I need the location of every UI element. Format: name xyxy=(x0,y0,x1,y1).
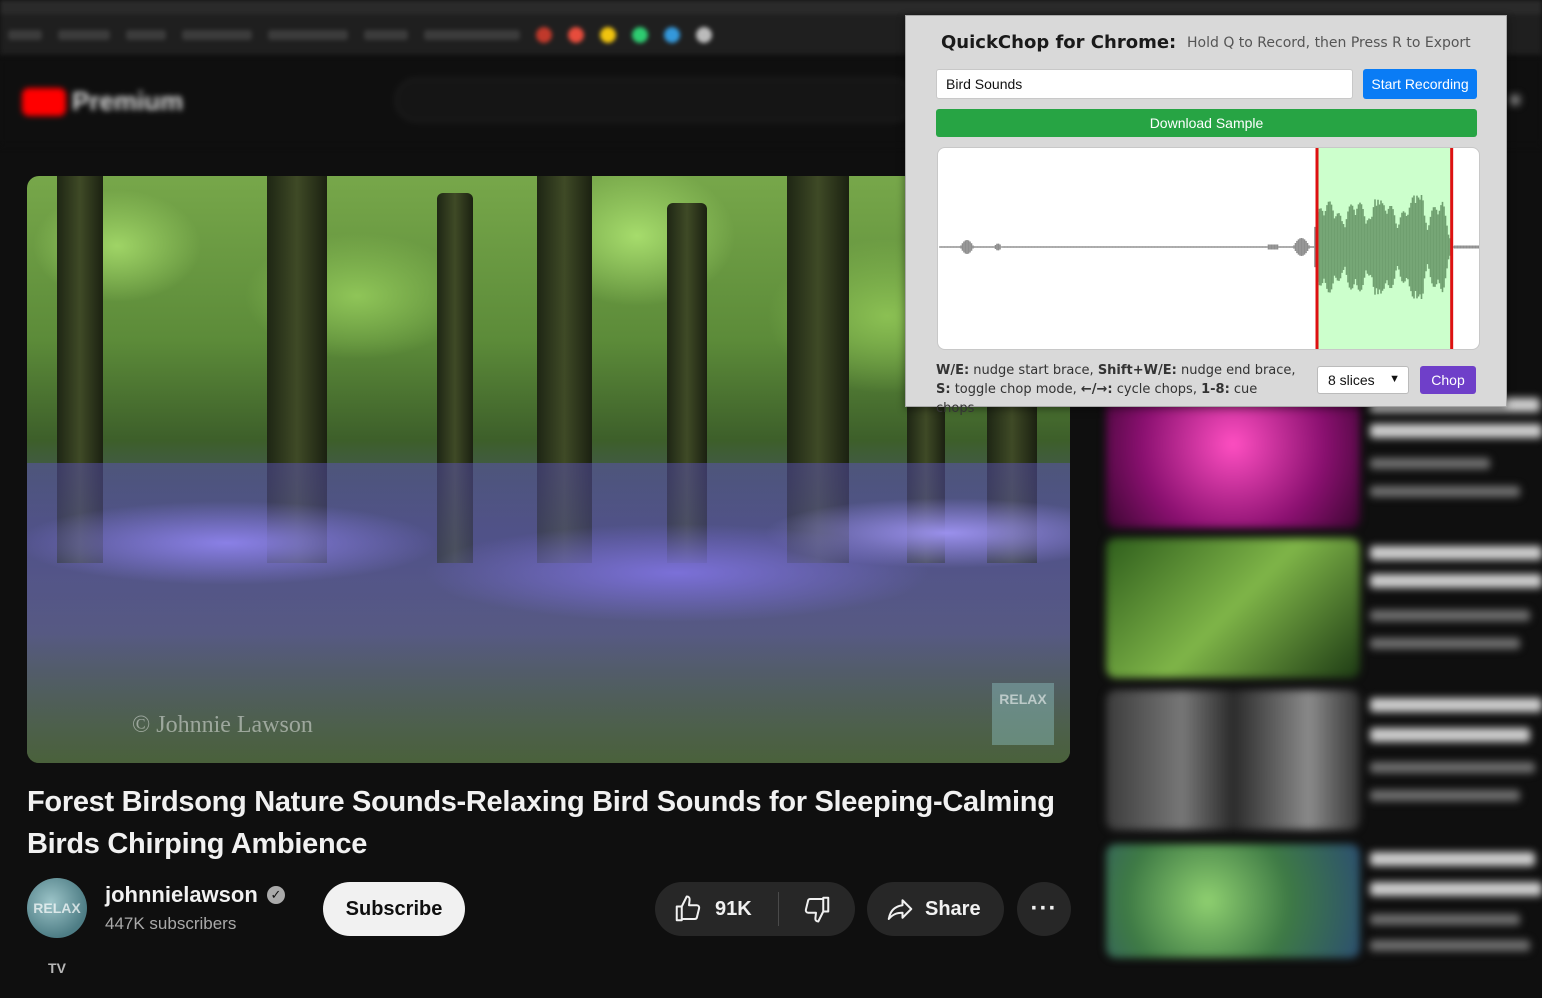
download-sample-button[interactable]: Download Sample xyxy=(936,109,1477,137)
slices-value: 8 slices xyxy=(1328,372,1375,388)
like-count: 91K xyxy=(715,897,752,920)
help-key-numbers: 1-8: xyxy=(1201,382,1230,397)
recommendation-title-line[interactable] xyxy=(1370,698,1542,712)
end-brace-handle[interactable] xyxy=(1450,148,1454,350)
dislike-button[interactable] xyxy=(779,882,855,936)
bookmark-item[interactable] xyxy=(8,30,42,40)
like-dislike-group: 91K xyxy=(655,882,855,936)
video-title: Forest Birdsong Nature Sounds-Relaxing B… xyxy=(27,786,1055,860)
bookmark-item[interactable] xyxy=(126,30,166,40)
video-watermark: © Johnnie Lawson xyxy=(132,712,313,738)
help-key-shift-we: Shift+W/E: xyxy=(1097,363,1177,378)
help-text: nudge start brace, xyxy=(969,363,1098,378)
channel-avatar[interactable]: RELAX TV xyxy=(27,878,87,976)
recommendation-title-line[interactable] xyxy=(1370,574,1542,588)
recommendation-meta-line xyxy=(1370,762,1535,773)
start-recording-button[interactable]: Start Recording xyxy=(1363,69,1477,99)
bookmark-icon[interactable] xyxy=(536,27,552,43)
youtube-logo[interactable]: Premium xyxy=(22,86,183,117)
recommendation-title-line[interactable] xyxy=(1370,424,1542,438)
popup-hint: Hold Q to Record, then Press R to Export xyxy=(1187,35,1471,51)
recommendation-thumbnail[interactable] xyxy=(1106,690,1360,830)
keyboard-help: W/E: nudge start brace, Shift+W/E: nudge… xyxy=(936,361,1296,418)
channel-name[interactable]: johnnielawson xyxy=(105,882,258,908)
sample-name-input[interactable] xyxy=(936,69,1353,99)
help-text: nudge end brace, xyxy=(1176,363,1296,378)
bookmark-icon[interactable] xyxy=(600,27,616,43)
recommendation-meta-line xyxy=(1370,486,1520,497)
more-actions-button[interactable]: ··· xyxy=(1017,882,1071,936)
chop-button[interactable]: Chop xyxy=(1420,366,1476,394)
share-label: Share xyxy=(925,897,981,920)
create-icon[interactable] xyxy=(1510,95,1520,105)
recommendation-meta-line xyxy=(1370,458,1490,469)
subscriber-count: 447K subscribers xyxy=(105,914,237,933)
share-button[interactable]: Share xyxy=(867,882,1004,936)
subscribe-button[interactable]: Subscribe xyxy=(323,882,465,936)
recommendation-meta-line xyxy=(1370,610,1530,621)
chevron-down-icon: ▼ xyxy=(1389,373,1400,385)
help-key-s: S: xyxy=(936,382,951,397)
channel-row: RELAX TV johnnielawson ✓ 447K subscriber… xyxy=(27,878,1077,976)
recommendation-thumbnail[interactable] xyxy=(1106,844,1360,958)
recommendation-title-line[interactable] xyxy=(1370,882,1542,896)
logo-text: Premium xyxy=(72,86,184,116)
recommendation-meta-line xyxy=(1370,790,1520,801)
bookmark-icon[interactable] xyxy=(696,27,712,43)
tab-strip[interactable] xyxy=(0,0,1542,14)
popup-title: QuickChop for Chrome: xyxy=(941,32,1177,53)
bookmark-icon[interactable] xyxy=(568,27,584,43)
youtube-play-icon xyxy=(22,87,66,116)
bookmark-icon[interactable] xyxy=(664,27,680,43)
recommendation-meta-line xyxy=(1370,940,1530,951)
recommendation-meta-line xyxy=(1370,914,1520,925)
help-text: toggle chop mode, xyxy=(950,382,1081,397)
bookmark-item[interactable] xyxy=(364,30,408,40)
bookmark-icon[interactable] xyxy=(632,27,648,43)
waveform-canvas[interactable] xyxy=(938,148,1480,350)
waveform-editor[interactable] xyxy=(937,147,1480,350)
bookmark-item[interactable] xyxy=(268,30,348,40)
thumbs-down-icon xyxy=(804,896,830,923)
recommendation-meta-line xyxy=(1370,638,1520,649)
recommendation-title-line[interactable] xyxy=(1370,546,1542,560)
recommendation-thumbnail[interactable] xyxy=(1106,538,1360,678)
help-key-arrows: ←/→: xyxy=(1080,382,1113,397)
bookmark-item[interactable] xyxy=(58,30,110,40)
verified-icon: ✓ xyxy=(267,886,285,904)
bookmark-item[interactable] xyxy=(424,30,520,40)
share-arrow-icon xyxy=(887,899,913,920)
search-bar[interactable] xyxy=(395,78,915,122)
slices-dropdown[interactable]: 8 slices ▼ xyxy=(1317,366,1409,394)
help-text: cycle chops, xyxy=(1112,382,1202,397)
quickchop-popup: QuickChop for Chrome: Hold Q to Record, … xyxy=(905,15,1507,416)
recommendation-title-line[interactable] xyxy=(1370,852,1535,866)
like-button[interactable]: 91K xyxy=(655,882,778,936)
bookmark-item[interactable] xyxy=(182,30,252,40)
start-brace-handle[interactable] xyxy=(1315,148,1319,350)
relax-logo-badge: RELAX xyxy=(992,683,1054,745)
help-key-we: W/E: xyxy=(936,363,970,378)
thumbs-up-icon xyxy=(675,895,701,922)
recommendation-title-line[interactable] xyxy=(1370,728,1530,742)
